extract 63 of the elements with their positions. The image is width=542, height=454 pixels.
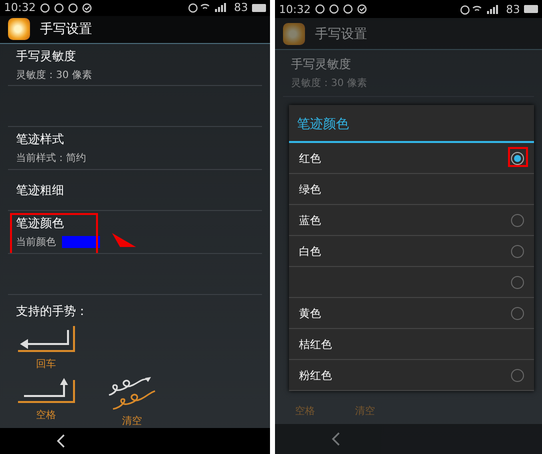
setting-title: 手写灵敏度	[291, 56, 352, 73]
option-label: 桔红色	[299, 336, 332, 352]
notification-icon	[68, 2, 78, 13]
setting-title: 笔迹粗细	[16, 182, 65, 199]
back-icon[interactable]	[56, 434, 66, 448]
setting-title: 手写灵敏度	[16, 48, 77, 65]
battery-level: 83	[234, 1, 248, 14]
gesture-label: 清空	[355, 404, 375, 418]
color-option[interactable]: 粉红色	[289, 360, 534, 391]
color-option[interactable]: 红色	[289, 143, 534, 174]
color-option[interactable]: 黄色	[289, 298, 534, 329]
option-label: 绿色	[299, 182, 321, 196]
app-logo-icon	[8, 18, 30, 40]
gesture-label: 空格	[36, 408, 56, 422]
dialog-title: 笔迹颜色	[289, 105, 534, 143]
gesture-label: 清空	[122, 414, 142, 428]
gesture-label: 空格	[295, 404, 315, 418]
option-label: 红色	[299, 150, 321, 166]
notification-icon	[54, 2, 64, 13]
color-option[interactable]: 绿色	[289, 174, 534, 205]
settings-row[interactable]: 笔迹粗细	[8, 170, 262, 212]
radio-button[interactable]	[511, 152, 524, 164]
battery-icon	[252, 4, 266, 12]
gesture-label: 回车	[36, 358, 56, 371]
radio-button[interactable]	[511, 306, 524, 320]
setting-summary: 灵敏度：30 像素	[16, 68, 92, 82]
setting-title: 笔迹颜色	[16, 214, 65, 232]
battery-level: 83	[506, 2, 520, 16]
settings-row[interactable]: 笔迹颜色 当前颜色	[8, 211, 262, 254]
setting-summary: 当前颜色	[16, 236, 56, 249]
check-circle-icon	[82, 2, 92, 13]
radio-button[interactable]	[511, 368, 524, 382]
screen-title: 手写设置	[315, 26, 367, 42]
notification-icon	[328, 4, 339, 14]
radio-button[interactable]	[511, 276, 524, 288]
pointer-mark-icon	[112, 233, 136, 248]
settings-row[interactable]: 手写灵敏度 灵敏度：30 像素	[8, 44, 262, 86]
option-label: 白色	[299, 244, 321, 258]
color-option[interactable]: 蓝色	[289, 205, 534, 236]
enter-gesture-icon	[16, 324, 76, 354]
radio-button[interactable]	[511, 244, 524, 258]
option-label: 黄色	[299, 306, 321, 320]
clock: 10:32	[4, 1, 36, 14]
app-logo-icon	[283, 22, 305, 44]
gestures-heading: 支持的手势：	[16, 302, 89, 320]
setting-summary: 灵敏度：30 像素	[291, 76, 367, 90]
color-option[interactable]: 白色	[289, 236, 534, 267]
setting-title: 笔迹样式	[16, 131, 65, 148]
option-label: 蓝色	[299, 212, 321, 228]
check-circle-icon	[356, 4, 367, 14]
settings-row[interactable]: 笔迹样式 当前样式：简约	[8, 127, 262, 170]
option-label: 粉红色	[299, 368, 332, 382]
radio-button[interactable]	[511, 214, 524, 226]
battery-icon	[524, 5, 538, 13]
notification-icon	[314, 4, 325, 14]
screen-title: 手写设置	[40, 21, 92, 38]
setting-summary: 当前样式：简约	[16, 152, 86, 166]
notification-icon	[40, 2, 50, 13]
highlight-frame	[508, 147, 528, 167]
notification-icon	[342, 4, 353, 14]
scribble-gesture-icon	[107, 374, 157, 411]
color-option[interactable]: 桔红色	[289, 329, 534, 360]
clock: 10:32	[279, 2, 311, 16]
